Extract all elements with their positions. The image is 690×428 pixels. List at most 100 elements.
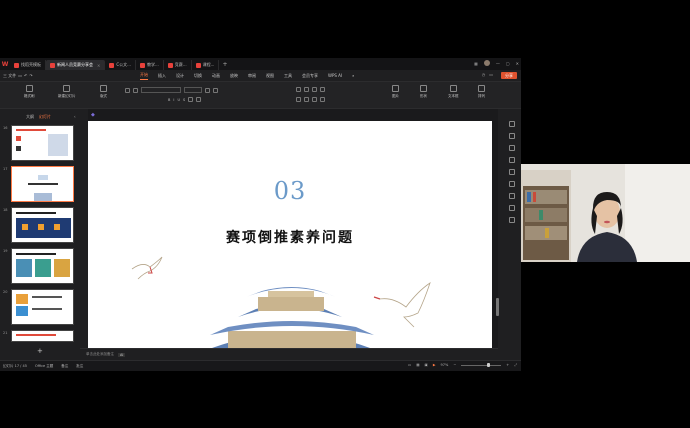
settings-icon[interactable] (508, 217, 515, 223)
chart-icon[interactable] (508, 181, 515, 187)
search-icon[interactable]: ⌕ (352, 73, 354, 78)
menu-ai[interactable]: WPS AI (328, 73, 342, 78)
comment-icon[interactable]: ▭ (489, 72, 493, 77)
slide-thumbnail[interactable] (11, 248, 74, 284)
tab-2[interactable]: C公文... (105, 60, 136, 70)
font-select[interactable] (141, 87, 181, 93)
menu-review[interactable]: 审阅 (248, 73, 256, 79)
tab-1[interactable]: 新闻人员竞赛分享会 × (46, 60, 106, 70)
tab-5[interactable]: 课程... (192, 60, 220, 70)
media-icon[interactable] (508, 205, 515, 211)
redo-icon[interactable]: ↷ (29, 73, 32, 78)
notes-toggle[interactable]: 备注 (61, 364, 68, 369)
shapes-icon[interactable] (508, 169, 515, 175)
comments-toggle[interactable]: 批注 (76, 364, 83, 369)
reading-view-icon[interactable]: ▣ (425, 363, 428, 367)
vertical-scrollbar[interactable] (496, 298, 499, 316)
underline-icon[interactable]: U (177, 98, 180, 102)
justify-icon[interactable] (320, 97, 325, 102)
font-size-select[interactable] (184, 87, 202, 93)
design-icon[interactable] (508, 133, 515, 139)
ai-tag[interactable]: AI (118, 352, 126, 357)
avatar[interactable] (483, 60, 490, 66)
slide-panel-tabs: 大纲 幻灯片 (26, 114, 51, 120)
menu-transition[interactable]: 切换 (194, 73, 202, 79)
undo-icon[interactable]: ↶ (24, 73, 27, 78)
layout-button[interactable]: 版式 (100, 85, 107, 99)
animation-icon[interactable] (508, 145, 515, 151)
line-spacing-icon[interactable] (320, 87, 325, 92)
sorter-view-icon[interactable]: ▦ (416, 363, 419, 367)
minimize-icon[interactable]: — (496, 61, 500, 66)
arrange-button[interactable]: 排列 (478, 85, 485, 99)
new-slide-button[interactable]: 新建幻灯片 (58, 85, 76, 99)
wps-logo[interactable]: W (0, 58, 10, 70)
tab-3[interactable]: 教学... (136, 60, 164, 70)
shape-icon (420, 85, 427, 92)
zoom-in-icon[interactable]: + (506, 363, 509, 367)
strike-icon[interactable]: S (183, 98, 185, 102)
menu-member[interactable]: 会员专享 (302, 73, 318, 79)
textbox-button[interactable]: 文本框 (448, 85, 459, 99)
slide-thumbnail[interactable] (11, 289, 74, 325)
zoom-value[interactable]: 97% (441, 363, 449, 367)
grid-icon[interactable]: ▦ (474, 61, 478, 66)
add-slide-button[interactable]: + (37, 347, 43, 355)
slide-thumbnail[interactable] (11, 330, 74, 342)
tab-0[interactable]: 找稻壳模板 (10, 60, 46, 70)
menu-slideshow[interactable]: 放映 (230, 73, 238, 79)
pen-icon[interactable] (508, 157, 515, 163)
zoom-out-icon[interactable]: − (453, 363, 456, 367)
collapse-icon[interactable]: ‹ (74, 114, 76, 119)
close-icon[interactable]: × (97, 63, 100, 68)
menu-animation[interactable]: 动画 (212, 73, 220, 79)
slide-thumbnail[interactable] (11, 125, 74, 161)
notes-pane[interactable]: 单击此处添加备注 AI (80, 348, 498, 360)
play-icon[interactable]: ▶ (433, 363, 436, 367)
property-icon[interactable] (508, 121, 515, 127)
menu-home[interactable]: 开始 (140, 72, 148, 80)
maximize-icon[interactable]: ▢ (506, 61, 510, 66)
picture-button[interactable]: 图片 (392, 85, 399, 99)
tab-4[interactable]: 竞赛... (164, 60, 192, 70)
align-left-icon[interactable] (296, 97, 301, 102)
menu-insert[interactable]: 插入 (158, 73, 166, 79)
format-painter-button[interactable]: 格式刷 (24, 85, 35, 99)
history-icon[interactable]: ◷ (482, 72, 486, 77)
reset-icon[interactable] (125, 87, 130, 93)
align-right-icon[interactable] (312, 97, 317, 102)
table-icon[interactable] (508, 193, 515, 199)
menu-design[interactable]: 设计 (176, 73, 184, 79)
bullets-icon[interactable] (296, 87, 301, 92)
slide-thumbnail[interactable] (11, 207, 74, 243)
menu-tools[interactable]: 工具 (284, 73, 292, 79)
shape-button[interactable]: 形状 (420, 85, 427, 99)
highlight-icon[interactable] (196, 97, 202, 102)
tab-outline[interactable]: 大纲 (26, 114, 34, 120)
share-button[interactable]: 分享 (501, 72, 517, 79)
section-icon[interactable] (133, 87, 138, 93)
close-window-icon[interactable]: ✕ (516, 61, 519, 66)
indent-icon[interactable] (312, 87, 317, 92)
grow-font-icon[interactable] (205, 87, 210, 93)
slide-thumbnail-selected[interactable] (11, 166, 74, 202)
menu-view[interactable]: 视图 (266, 73, 274, 79)
align-center-icon[interactable] (304, 97, 309, 102)
fit-icon[interactable]: ⤢ (514, 363, 517, 367)
file-menu[interactable]: 三 文件 ▭ ↶ ↷ (0, 73, 33, 79)
tab-slides[interactable]: 幻灯片 (39, 114, 51, 120)
bold-icon[interactable]: B (168, 98, 170, 102)
italic-icon[interactable]: I (173, 98, 174, 102)
normal-view-icon[interactable]: ▭ (408, 363, 411, 367)
new-tab-button[interactable]: + (222, 61, 227, 68)
save-icon[interactable]: ▭ (18, 73, 22, 78)
shrink-font-icon[interactable] (213, 87, 218, 93)
current-slide[interactable]: 03 赛项倒推素养问题 (88, 121, 492, 348)
slide-decoration (131, 256, 431, 348)
menu-items: 开始 插入 设计 切换 动画 放映 审阅 视图 工具 会员专享 WPS AI ⌕ (140, 70, 354, 81)
ribbon-paragraph (296, 87, 325, 92)
zoom-slider[interactable] (461, 363, 502, 367)
font-color-icon[interactable] (188, 97, 194, 102)
zoom-knob[interactable] (487, 363, 491, 367)
numbering-icon[interactable] (304, 87, 309, 92)
